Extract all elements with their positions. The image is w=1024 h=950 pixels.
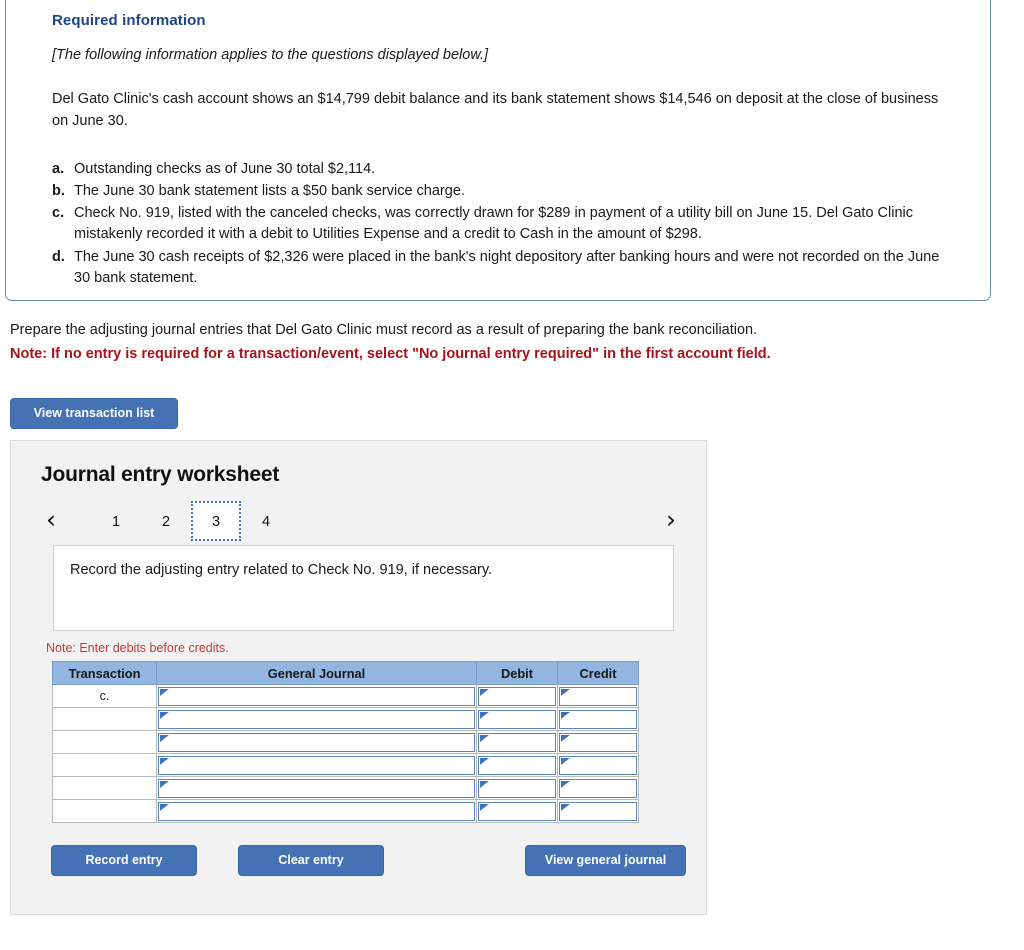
credit-input-2[interactable] [559,709,637,729]
cell-debit [476,730,558,754]
chevron-right-icon[interactable]: › [666,505,676,535]
cell-transaction [52,799,157,823]
cell-transaction: c. [52,684,157,708]
column-header-debit: Debit [476,661,558,685]
general-journal-select-1[interactable] [158,686,475,706]
required-information-title: Required information [52,12,206,29]
cell-debit [476,707,558,731]
debit-input-1[interactable] [478,686,556,706]
chevron-left-icon[interactable]: ‹ [46,505,56,535]
cell-debit [476,799,558,823]
general-journal-select-3[interactable] [158,732,475,752]
worksheet-action-bar: Record entry Clear entry View general jo… [11,845,706,879]
cell-debit [476,684,558,708]
applies-note: [The following information applies to th… [52,47,489,63]
cell-transaction [52,776,157,800]
cell-transaction [52,753,157,777]
list-item-text: Check No. 919, listed with the canceled … [74,205,913,243]
tab-4[interactable]: 4 [241,501,291,541]
general-journal-select-4[interactable] [158,755,475,775]
cell-general-journal [156,730,477,754]
column-header-transaction: Transaction [52,661,157,685]
required-information-panel: Required information [The following info… [5,0,991,301]
list-item-marker: a. [52,160,65,177]
journal-entry-table-body: c. [52,684,639,823]
list-item: a. Outstanding checks as of June 30 tota… [52,159,950,180]
scenario-paragraph: Del Gato Clinic's cash account shows an … [52,91,939,129]
debit-input-2[interactable] [478,709,556,729]
prompt-instruction: Prepare the adjusting journal entries th… [10,322,758,338]
debits-before-credits-note: Note: Enter debits before credits. [46,641,229,655]
cell-credit [557,684,639,708]
cell-transaction [52,707,157,731]
record-entry-button[interactable]: Record entry [51,845,197,876]
cell-general-journal [156,799,477,823]
list-item-text: The June 30 cash receipts of $2,326 were… [74,248,940,287]
column-header-general-journal: General Journal [156,661,477,685]
general-journal-select-5[interactable] [158,778,475,798]
general-journal-select-6[interactable] [158,801,475,821]
journal-entry-worksheet-panel: Journal entry worksheet ‹ 1 2 3 4 › Reco… [10,440,707,915]
debit-input-4[interactable] [478,755,556,775]
debit-input-5[interactable] [478,778,556,798]
credit-input-3[interactable] [559,732,637,752]
table-row: c. [52,684,639,708]
prompt-block: Prepare the adjusting journal entries th… [10,320,1010,366]
cell-credit [557,730,639,754]
table-header-row: Transaction General Journal Debit Credit [52,661,639,685]
table-row [52,753,639,777]
credit-input-4[interactable] [559,755,637,775]
cell-transaction [52,730,157,754]
debit-input-6[interactable] [478,801,556,821]
required-information-content: Required information [The following info… [6,0,990,300]
tab-list: 1 2 3 4 [91,501,291,541]
table-row [52,730,639,754]
worksheet-tab-bar: ‹ 1 2 3 4 › [11,501,706,543]
list-item-text: Outstanding checks as of June 30 total $… [74,160,376,177]
cell-general-journal [156,684,477,708]
list-item-marker: b. [52,182,65,199]
scenario-item-list: a. Outstanding checks as of June 30 tota… [52,159,950,290]
list-item-marker: d. [52,248,65,265]
credit-input-5[interactable] [559,778,637,798]
general-journal-select-2[interactable] [158,709,475,729]
tab-3[interactable]: 3 [191,501,241,541]
view-transaction-list-button[interactable]: View transaction list [10,398,178,429]
list-item-text: The June 30 bank statement lists a $50 b… [74,182,465,199]
view-general-journal-button[interactable]: View general journal [525,845,686,876]
table-row [52,776,639,800]
journal-entry-table: Transaction General Journal Debit Credit… [52,661,639,823]
column-header-credit: Credit [557,661,639,685]
cell-credit [557,707,639,731]
table-row [52,799,639,823]
tab-2[interactable]: 2 [141,501,191,541]
question-box: Record the adjusting entry related to Ch… [53,545,674,631]
list-item: b. The June 30 bank statement lists a $5… [52,181,950,202]
prompt-note: Note: If no entry is required for a tran… [10,345,771,362]
table-row [52,707,639,731]
cell-general-journal [156,776,477,800]
cell-debit [476,776,558,800]
list-item-marker: c. [52,205,65,222]
credit-input-1[interactable] [559,686,637,706]
clear-entry-button[interactable]: Clear entry [238,845,384,876]
list-item: c. Check No. 919, listed with the cancel… [52,203,950,246]
credit-input-6[interactable] [559,801,637,821]
debit-input-3[interactable] [478,732,556,752]
cell-debit [476,753,558,777]
cell-general-journal [156,707,477,731]
question-text: Record the adjusting entry related to Ch… [70,562,493,578]
tab-1[interactable]: 1 [91,501,141,541]
cell-credit [557,799,639,823]
cell-general-journal [156,753,477,777]
list-item: d. The June 30 cash receipts of $2,326 w… [52,247,950,290]
cell-credit [557,776,639,800]
worksheet-title: Journal entry worksheet [41,463,280,486]
cell-credit [557,753,639,777]
